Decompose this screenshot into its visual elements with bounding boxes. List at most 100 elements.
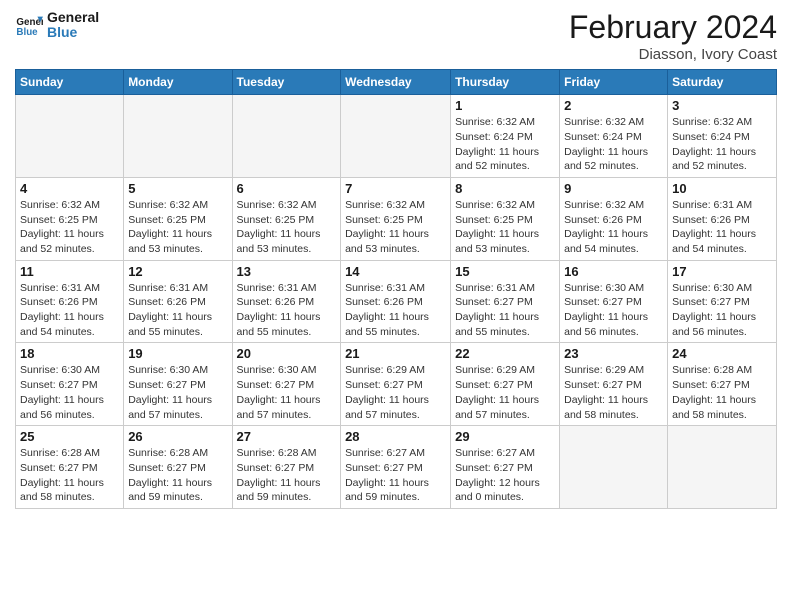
day-info: Sunrise: 6:28 AM Sunset: 6:27 PM Dayligh…: [20, 446, 119, 505]
day-number: 26: [128, 429, 227, 444]
day-info: Sunrise: 6:30 AM Sunset: 6:27 PM Dayligh…: [128, 363, 227, 422]
table-row: 26 Sunrise: 6:28 AM Sunset: 6:27 PM Dayli…: [124, 426, 232, 509]
day-number: 8: [455, 181, 555, 196]
day-info: Sunrise: 6:28 AM Sunset: 6:27 PM Dayligh…: [128, 446, 227, 505]
header-monday: Monday: [124, 70, 232, 95]
day-info: Sunrise: 6:31 AM Sunset: 6:26 PM Dayligh…: [128, 281, 227, 340]
day-info: Sunrise: 6:29 AM Sunset: 6:27 PM Dayligh…: [455, 363, 555, 422]
table-row: 19 Sunrise: 6:30 AM Sunset: 6:27 PM Dayli…: [124, 343, 232, 426]
day-number: 7: [345, 181, 446, 196]
day-number: 25: [20, 429, 119, 444]
day-info: Sunrise: 6:32 AM Sunset: 6:24 PM Dayligh…: [672, 115, 772, 174]
header: General Blue General Blue February 2024 …: [15, 10, 777, 63]
day-number: 16: [564, 264, 663, 279]
table-row: 11 Sunrise: 6:31 AM Sunset: 6:26 PM Dayli…: [16, 260, 124, 343]
day-number: 5: [128, 181, 227, 196]
day-info: Sunrise: 6:31 AM Sunset: 6:26 PM Dayligh…: [237, 281, 337, 340]
day-info: Sunrise: 6:27 AM Sunset: 6:27 PM Dayligh…: [455, 446, 555, 505]
table-row: 6 Sunrise: 6:32 AM Sunset: 6:25 PM Daylig…: [232, 177, 341, 260]
day-info: Sunrise: 6:31 AM Sunset: 6:26 PM Dayligh…: [672, 198, 772, 257]
day-info: Sunrise: 6:31 AM Sunset: 6:26 PM Dayligh…: [345, 281, 446, 340]
day-number: 14: [345, 264, 446, 279]
day-info: Sunrise: 6:32 AM Sunset: 6:25 PM Dayligh…: [345, 198, 446, 257]
logo-text: Blue: [47, 25, 99, 40]
table-row: [232, 95, 341, 178]
table-row: 29 Sunrise: 6:27 AM Sunset: 6:27 PM Dayli…: [451, 426, 560, 509]
table-row: 23Sunrise: 6:29 AM Sunset: 6:27 PM Dayli…: [560, 343, 668, 426]
table-row: 17Sunrise: 6:30 AM Sunset: 6:27 PM Dayli…: [668, 260, 777, 343]
table-row: [668, 426, 777, 509]
day-info: Sunrise: 6:32 AM Sunset: 6:25 PM Dayligh…: [128, 198, 227, 257]
day-info: Sunrise: 6:28 AM Sunset: 6:27 PM Dayligh…: [237, 446, 337, 505]
table-row: 2 Sunrise: 6:32 AM Sunset: 6:24 PM Daylig…: [560, 95, 668, 178]
day-info: Sunrise: 6:30 AM Sunset: 6:27 PM Dayligh…: [237, 363, 337, 422]
table-row: 13 Sunrise: 6:31 AM Sunset: 6:26 PM Dayli…: [232, 260, 341, 343]
day-info: Sunrise: 6:27 AM Sunset: 6:27 PM Dayligh…: [345, 446, 446, 505]
calendar-week-row: 1 Sunrise: 6:32 AM Sunset: 6:24 PM Daylig…: [16, 95, 777, 178]
day-info: Sunrise: 6:30 AM Sunset: 6:27 PM Dayligh…: [564, 281, 663, 340]
day-info: Sunrise: 6:32 AM Sunset: 6:25 PM Dayligh…: [455, 198, 555, 257]
table-row: 20 Sunrise: 6:30 AM Sunset: 6:27 PM Dayli…: [232, 343, 341, 426]
table-row: 14 Sunrise: 6:31 AM Sunset: 6:26 PM Dayli…: [341, 260, 451, 343]
table-row: [124, 95, 232, 178]
table-row: 24 Sunrise: 6:28 AM Sunset: 6:27 PM Dayli…: [668, 343, 777, 426]
table-row: 4 Sunrise: 6:32 AM Sunset: 6:25 PM Daylig…: [16, 177, 124, 260]
day-info: Sunrise: 6:31 AM Sunset: 6:27 PM Dayligh…: [455, 281, 555, 340]
table-row: [16, 95, 124, 178]
table-row: [560, 426, 668, 509]
svg-text:Blue: Blue: [16, 27, 38, 38]
day-number: 11: [20, 264, 119, 279]
day-info: Sunrise: 6:32 AM Sunset: 6:25 PM Dayligh…: [20, 198, 119, 257]
title-block: February 2024 Diasson, Ivory Coast: [569, 10, 777, 63]
day-number: 12: [128, 264, 227, 279]
day-number: 18: [20, 346, 119, 361]
header-friday: Friday: [560, 70, 668, 95]
day-info: Sunrise: 6:29 AM Sunset: 6:27 PM Dayligh…: [345, 363, 446, 422]
table-row: 8 Sunrise: 6:32 AM Sunset: 6:25 PM Daylig…: [451, 177, 560, 260]
day-number: 6: [237, 181, 337, 196]
day-number: 27: [237, 429, 337, 444]
table-row: 7 Sunrise: 6:32 AM Sunset: 6:25 PM Daylig…: [341, 177, 451, 260]
table-row: 27 Sunrise: 6:28 AM Sunset: 6:27 PM Dayli…: [232, 426, 341, 509]
table-row: 21Sunrise: 6:29 AM Sunset: 6:27 PM Dayli…: [341, 343, 451, 426]
day-number: 23: [564, 346, 663, 361]
table-row: 15Sunrise: 6:31 AM Sunset: 6:27 PM Dayli…: [451, 260, 560, 343]
table-row: 1 Sunrise: 6:32 AM Sunset: 6:24 PM Daylig…: [451, 95, 560, 178]
calendar-title: February 2024: [569, 10, 777, 45]
day-info: Sunrise: 6:30 AM Sunset: 6:27 PM Dayligh…: [672, 281, 772, 340]
calendar-week-row: 18 Sunrise: 6:30 AM Sunset: 6:27 PM Dayli…: [16, 343, 777, 426]
table-row: 22Sunrise: 6:29 AM Sunset: 6:27 PM Dayli…: [451, 343, 560, 426]
table-row: 16 Sunrise: 6:30 AM Sunset: 6:27 PM Dayli…: [560, 260, 668, 343]
calendar-week-row: 11 Sunrise: 6:31 AM Sunset: 6:26 PM Dayli…: [16, 260, 777, 343]
calendar-table: Sunday Monday Tuesday Wednesday Thursday…: [15, 69, 777, 509]
calendar-header-row: Sunday Monday Tuesday Wednesday Thursday…: [16, 70, 777, 95]
header-wednesday: Wednesday: [341, 70, 451, 95]
table-row: 28 Sunrise: 6:27 AM Sunset: 6:27 PM Dayli…: [341, 426, 451, 509]
day-number: 4: [20, 181, 119, 196]
day-number: 2: [564, 98, 663, 113]
day-number: 13: [237, 264, 337, 279]
day-number: 9: [564, 181, 663, 196]
table-row: 9 Sunrise: 6:32 AM Sunset: 6:26 PM Daylig…: [560, 177, 668, 260]
day-number: 20: [237, 346, 337, 361]
day-info: Sunrise: 6:31 AM Sunset: 6:26 PM Dayligh…: [20, 281, 119, 340]
day-number: 19: [128, 346, 227, 361]
day-number: 28: [345, 429, 446, 444]
calendar-week-row: 25 Sunrise: 6:28 AM Sunset: 6:27 PM Dayli…: [16, 426, 777, 509]
day-info: Sunrise: 6:30 AM Sunset: 6:27 PM Dayligh…: [20, 363, 119, 422]
table-row: 5 Sunrise: 6:32 AM Sunset: 6:25 PM Daylig…: [124, 177, 232, 260]
day-info: Sunrise: 6:32 AM Sunset: 6:24 PM Dayligh…: [455, 115, 555, 174]
table-row: 10Sunrise: 6:31 AM Sunset: 6:26 PM Dayli…: [668, 177, 777, 260]
day-info: Sunrise: 6:32 AM Sunset: 6:26 PM Dayligh…: [564, 198, 663, 257]
page: General Blue General Blue February 2024 …: [0, 0, 792, 612]
day-info: Sunrise: 6:32 AM Sunset: 6:25 PM Dayligh…: [237, 198, 337, 257]
table-row: [341, 95, 451, 178]
table-row: 12 Sunrise: 6:31 AM Sunset: 6:26 PM Dayli…: [124, 260, 232, 343]
day-number: 24: [672, 346, 772, 361]
table-row: 25 Sunrise: 6:28 AM Sunset: 6:27 PM Dayli…: [16, 426, 124, 509]
day-info: Sunrise: 6:28 AM Sunset: 6:27 PM Dayligh…: [672, 363, 772, 422]
day-number: 1: [455, 98, 555, 113]
day-number: 29: [455, 429, 555, 444]
day-info: Sunrise: 6:32 AM Sunset: 6:24 PM Dayligh…: [564, 115, 663, 174]
header-thursday: Thursday: [451, 70, 560, 95]
